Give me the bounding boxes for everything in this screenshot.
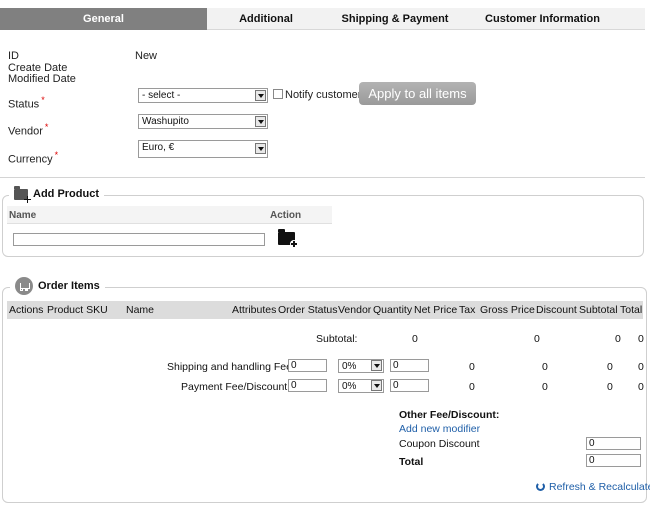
order-items-legend: Order Items <box>10 277 105 295</box>
payment-fee-percent-select[interactable]: 0% <box>338 379 384 393</box>
vendor-select[interactable]: Washupito <box>138 114 268 129</box>
subtotal-gross: 0 <box>534 333 540 345</box>
modified-date-label: Modified Date <box>8 73 76 85</box>
column-gross-price: Gross Price <box>480 304 535 316</box>
shipping-fee-label: Shipping and handling Fee: <box>167 361 295 373</box>
total-input[interactable]: 0 <box>586 454 641 467</box>
tab-shipping-payment[interactable]: Shipping & Payment <box>325 8 465 30</box>
subtotal-net: 0 <box>412 333 418 345</box>
currency-label: Currency * <box>8 150 59 166</box>
column-action: Action <box>270 210 302 221</box>
subtotal-label: Subtotal: <box>316 333 358 345</box>
column-actions: Actions <box>9 304 44 316</box>
shipping-fee-subtotal: 0 <box>607 361 613 373</box>
column-order-status: Order Status <box>278 304 338 316</box>
shipping-fee-amount-input[interactable]: 0 <box>288 359 327 372</box>
column-name: Name <box>126 304 155 316</box>
shipping-fee-quantity-input[interactable]: 0 <box>390 359 429 372</box>
column-name: Name <box>9 210 37 221</box>
column-subtotal: Subtotal <box>579 304 618 316</box>
id-value: New <box>135 50 158 62</box>
add-product-legend: Add Product <box>9 185 104 203</box>
coupon-discount-label: Coupon Discount <box>399 438 480 450</box>
column-tax: Tax <box>459 304 476 316</box>
payment-fee-amount-input[interactable]: 0 <box>288 379 327 392</box>
payment-fee-subtotal: 0 <box>607 381 613 393</box>
payment-fee-quantity-input[interactable]: 0 <box>390 379 429 392</box>
cart-icon <box>15 277 33 295</box>
shipping-fee-net: 0 <box>469 361 475 373</box>
add-product-folder-icon[interactable] <box>278 229 298 248</box>
tab-additional[interactable]: Additional <box>207 8 325 30</box>
column-net-price: Net Price <box>414 304 458 316</box>
id-label: ID <box>8 50 19 62</box>
column-discount: Discount <box>536 304 577 316</box>
chevron-down-icon <box>255 116 266 127</box>
column-total: Total <box>620 304 643 316</box>
payment-fee-gross: 0 <box>542 381 548 393</box>
chevron-down-icon <box>255 90 266 101</box>
payment-fee-net: 0 <box>469 381 475 393</box>
order-items-panel <box>2 287 647 503</box>
refresh-icon <box>536 482 545 491</box>
product-name-input[interactable] <box>13 233 265 246</box>
add-product-panel <box>2 195 644 257</box>
currency-select[interactable]: Euro, € <box>138 140 268 158</box>
add-product-header: Name Action <box>7 206 332 224</box>
status-select[interactable]: - select - <box>138 88 268 103</box>
tab-bar: General Additional Shipping & Payment Cu… <box>0 8 645 30</box>
section-divider <box>0 177 645 178</box>
status-label: Status * <box>8 95 45 111</box>
chevron-down-icon <box>255 143 266 154</box>
total-label: Total <box>399 456 424 468</box>
refresh-recalculate-link[interactable]: Refresh & Recalculate <box>536 481 650 493</box>
vendor-label: Vendor * <box>8 122 49 138</box>
tab-customer-information[interactable]: Customer Information <box>465 8 620 30</box>
payment-fee-label: Payment Fee/Discount: <box>181 381 291 393</box>
chevron-down-icon <box>371 360 382 371</box>
chevron-down-icon <box>371 380 382 391</box>
other-fee-label: Other Fee/Discount: <box>399 409 500 421</box>
notify-customer-label: Notify customer <box>285 89 362 101</box>
payment-fee-total: 0 <box>638 381 644 393</box>
shipping-fee-total: 0 <box>638 361 644 373</box>
column-product-sku: Product SKU <box>47 304 108 316</box>
order-items-header: Actions Product SKU Name Attributes Orde… <box>7 301 643 319</box>
shipping-fee-percent-select[interactable]: 0% <box>338 359 384 373</box>
tab-general[interactable]: General <box>0 8 207 30</box>
add-new-modifier-link[interactable]: Add new modifier <box>399 423 480 435</box>
folder-add-icon <box>14 185 31 203</box>
subtotal-subtotal: 0 <box>615 333 621 345</box>
coupon-discount-input[interactable]: 0 <box>586 437 641 450</box>
column-quantity: Quantity <box>373 304 413 316</box>
column-attributes: Attributes <box>232 304 277 316</box>
shipping-fee-gross: 0 <box>542 361 548 373</box>
subtotal-total: 0 <box>638 333 644 345</box>
notify-customer-checkbox[interactable] <box>273 89 283 99</box>
column-vendor: Vendor <box>338 304 372 316</box>
apply-to-all-button[interactable]: Apply to all items <box>359 82 476 105</box>
